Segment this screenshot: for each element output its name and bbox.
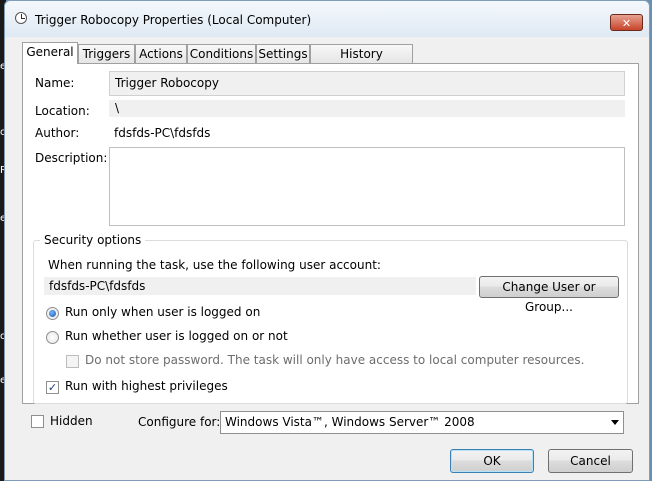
location-field: \ bbox=[109, 100, 625, 117]
security-options-group: Security options When running the task, … bbox=[33, 233, 628, 404]
tab-history[interactable]: History (disabled) bbox=[310, 44, 413, 80]
tab-actions[interactable]: Actions bbox=[135, 44, 187, 64]
highest-privileges-label[interactable]: Run with highest privileges bbox=[65, 379, 228, 393]
author-label: Author: bbox=[35, 126, 80, 140]
tab-settings[interactable]: Settings bbox=[256, 44, 310, 64]
change-user-button[interactable]: Change User or Group... bbox=[479, 276, 619, 314]
description-label: Description: bbox=[35, 151, 108, 165]
cancel-button[interactable]: Cancel bbox=[548, 449, 633, 473]
name-label: Name: bbox=[35, 76, 75, 90]
user-account-field: fdsfds-PC\fdsfds bbox=[44, 277, 476, 295]
configure-for-label: Configure for: bbox=[138, 415, 221, 429]
run-only-logged-on-radio[interactable] bbox=[46, 307, 59, 320]
run-whether-logged-on-radio[interactable] bbox=[46, 331, 59, 344]
clock-icon bbox=[15, 12, 27, 24]
name-field[interactable]: Trigger Robocopy bbox=[109, 71, 625, 96]
author-value: fdsfds-PC\fdsfds bbox=[114, 126, 211, 140]
hidden-label[interactable]: Hidden bbox=[50, 414, 93, 428]
title-bar[interactable]: Trigger Robocopy Properties (Local Compu… bbox=[5, 1, 649, 37]
task-properties-dialog: Trigger Robocopy Properties (Local Compu… bbox=[4, 0, 650, 481]
ok-button[interactable]: OK bbox=[450, 449, 534, 473]
hidden-checkbox[interactable] bbox=[31, 415, 44, 428]
window-title: Trigger Robocopy Properties (Local Compu… bbox=[35, 13, 312, 27]
no-store-password-checkbox bbox=[66, 355, 79, 368]
tab-conditions[interactable]: Conditions bbox=[187, 44, 256, 64]
configure-for-value: Windows Vista™, Windows Server™ 2008 bbox=[225, 415, 475, 429]
tab-triggers[interactable]: Triggers bbox=[78, 44, 135, 64]
run-only-logged-on-label[interactable]: Run only when user is logged on bbox=[65, 305, 260, 319]
configure-for-select[interactable]: Windows Vista™, Windows Server™ 2008 bbox=[220, 411, 624, 434]
general-tab-panel: Name: Trigger Robocopy Location: \ Autho… bbox=[22, 63, 639, 404]
highest-privileges-checkbox[interactable]: ✓ bbox=[46, 381, 59, 394]
run-whether-logged-on-label[interactable]: Run whether user is logged on or not bbox=[65, 329, 288, 343]
security-options-legend: Security options bbox=[40, 233, 146, 247]
description-textarea[interactable] bbox=[109, 147, 625, 226]
account-prompt: When running the task, use the following… bbox=[48, 258, 381, 272]
tab-general[interactable]: General bbox=[22, 42, 78, 64]
chevron-down-icon bbox=[611, 420, 619, 425]
close-button[interactable]: ✕ bbox=[610, 14, 643, 31]
no-store-password-label: Do not store password. The task will onl… bbox=[85, 353, 585, 367]
location-label: Location: bbox=[35, 104, 90, 118]
